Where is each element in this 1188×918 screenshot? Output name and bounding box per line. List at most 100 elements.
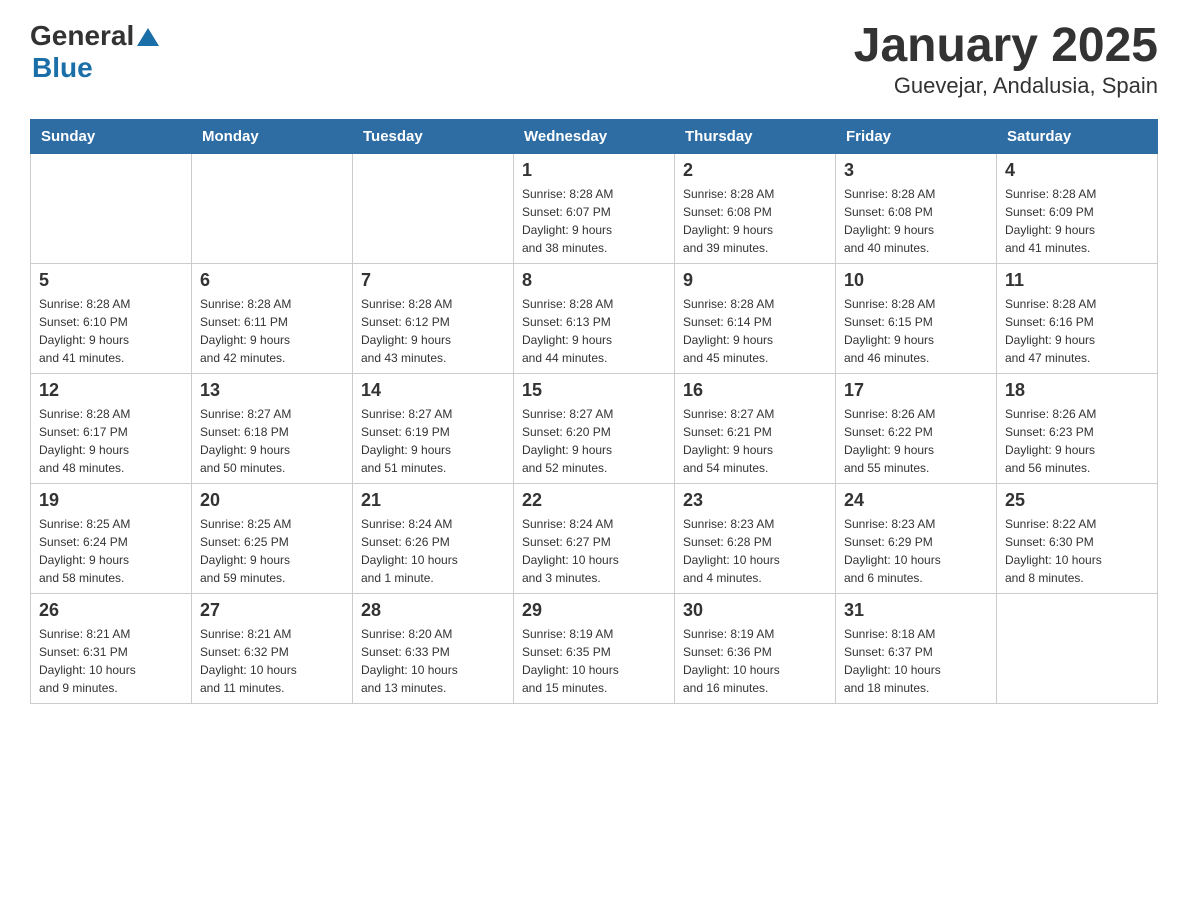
day-number: 27: [200, 600, 344, 621]
day-info: Sunrise: 8:21 AM Sunset: 6:31 PM Dayligh…: [39, 625, 183, 697]
calendar-cell: 18 Sunrise: 8:26 AM Sunset: 6:23 PM Dayli…: [997, 373, 1158, 483]
calendar-cell: 3 Sunrise: 8:28 AM Sunset: 6:08 PM Daylig…: [836, 153, 997, 263]
day-info: Sunrise: 8:19 AM Sunset: 6:35 PM Dayligh…: [522, 625, 666, 697]
day-number: 20: [200, 490, 344, 511]
calendar-header: SundayMondayTuesdayWednesdayThursdayFrid…: [31, 119, 1158, 153]
day-info: Sunrise: 8:28 AM Sunset: 6:09 PM Dayligh…: [1005, 185, 1149, 257]
calendar-cell: 30Sunrise: 8:19 AM Sunset: 6:36 PM Dayli…: [675, 593, 836, 703]
day-info: Sunrise: 8:22 AM Sunset: 6:30 PM Dayligh…: [1005, 515, 1149, 587]
title-section: January 2025 Guevejar, Andalusia, Spain: [854, 20, 1158, 99]
calendar-cell: 9Sunrise: 8:28 AM Sunset: 6:14 PM Daylig…: [675, 263, 836, 373]
day-info: Sunrise: 8:25 AM Sunset: 6:24 PM Dayligh…: [39, 515, 183, 587]
day-number: 24: [844, 490, 988, 511]
day-number: 4: [1005, 160, 1149, 181]
calendar-cell: 31 Sunrise: 8:18 AM Sunset: 6:37 PM Dayli…: [836, 593, 997, 703]
logo-blue-text: Blue: [32, 52, 93, 84]
day-number: 31: [844, 600, 988, 621]
calendar-cell: 22 Sunrise: 8:24 AM Sunset: 6:27 PM Dayli…: [514, 483, 675, 593]
calendar-cell: 10 Sunrise: 8:28 AM Sunset: 6:15 PM Dayli…: [836, 263, 997, 373]
day-number: 6: [200, 270, 344, 291]
calendar-cell: 5Sunrise: 8:28 AM Sunset: 6:10 PM Daylig…: [31, 263, 192, 373]
calendar-cell: 26 Sunrise: 8:21 AM Sunset: 6:31 PM Dayli…: [31, 593, 192, 703]
day-info: Sunrise: 8:27 AM Sunset: 6:20 PM Dayligh…: [522, 405, 666, 477]
calendar-cell: 25 Sunrise: 8:22 AM Sunset: 6:30 PM Dayli…: [997, 483, 1158, 593]
calendar-cell: 8Sunrise: 8:28 AM Sunset: 6:13 PM Daylig…: [514, 263, 675, 373]
day-info: Sunrise: 8:28 AM Sunset: 6:13 PM Dayligh…: [522, 295, 666, 367]
day-info: Sunrise: 8:18 AM Sunset: 6:37 PM Dayligh…: [844, 625, 988, 697]
day-number: 7: [361, 270, 505, 291]
day-number: 17: [844, 380, 988, 401]
day-info: Sunrise: 8:28 AM Sunset: 6:08 PM Dayligh…: [844, 185, 988, 257]
day-info: Sunrise: 8:28 AM Sunset: 6:11 PM Dayligh…: [200, 295, 344, 367]
day-info: Sunrise: 8:28 AM Sunset: 6:14 PM Dayligh…: [683, 295, 827, 367]
day-info: Sunrise: 8:27 AM Sunset: 6:18 PM Dayligh…: [200, 405, 344, 477]
day-number: 10: [844, 270, 988, 291]
calendar-cell: 13 Sunrise: 8:27 AM Sunset: 6:18 PM Dayli…: [192, 373, 353, 483]
calendar-week-4: 19Sunrise: 8:25 AM Sunset: 6:24 PM Dayli…: [31, 483, 1158, 593]
day-number: 16: [683, 380, 827, 401]
day-info: Sunrise: 8:28 AM Sunset: 6:12 PM Dayligh…: [361, 295, 505, 367]
day-number: 2: [683, 160, 827, 181]
day-info: Sunrise: 8:26 AM Sunset: 6:22 PM Dayligh…: [844, 405, 988, 477]
calendar-cell: 21 Sunrise: 8:24 AM Sunset: 6:26 PM Dayli…: [353, 483, 514, 593]
calendar-cell: [997, 593, 1158, 703]
calendar-cell: [192, 153, 353, 263]
page-header: General Blue January 2025 Guevejar, Anda…: [30, 20, 1158, 99]
day-info: Sunrise: 8:26 AM Sunset: 6:23 PM Dayligh…: [1005, 405, 1149, 477]
day-header-tuesday: Tuesday: [353, 119, 514, 153]
day-info: Sunrise: 8:21 AM Sunset: 6:32 PM Dayligh…: [200, 625, 344, 697]
day-info: Sunrise: 8:23 AM Sunset: 6:28 PM Dayligh…: [683, 515, 827, 587]
day-info: Sunrise: 8:28 AM Sunset: 6:15 PM Dayligh…: [844, 295, 988, 367]
day-number: 21: [361, 490, 505, 511]
calendar-cell: 11Sunrise: 8:28 AM Sunset: 6:16 PM Dayli…: [997, 263, 1158, 373]
calendar-cell: 4 Sunrise: 8:28 AM Sunset: 6:09 PM Daylig…: [997, 153, 1158, 263]
day-number: 13: [200, 380, 344, 401]
calendar-cell: 23 Sunrise: 8:23 AM Sunset: 6:28 PM Dayli…: [675, 483, 836, 593]
calendar-cell: 12Sunrise: 8:28 AM Sunset: 6:17 PM Dayli…: [31, 373, 192, 483]
calendar-cell: 1Sunrise: 8:28 AM Sunset: 6:07 PM Daylig…: [514, 153, 675, 263]
day-header-friday: Friday: [836, 119, 997, 153]
calendar-cell: 14 Sunrise: 8:27 AM Sunset: 6:19 PM Dayli…: [353, 373, 514, 483]
day-header-monday: Monday: [192, 119, 353, 153]
calendar-cell: 6 Sunrise: 8:28 AM Sunset: 6:11 PM Daylig…: [192, 263, 353, 373]
day-info: Sunrise: 8:27 AM Sunset: 6:21 PM Dayligh…: [683, 405, 827, 477]
day-info: Sunrise: 8:28 AM Sunset: 6:08 PM Dayligh…: [683, 185, 827, 257]
day-number: 30: [683, 600, 827, 621]
calendar-week-5: 26 Sunrise: 8:21 AM Sunset: 6:31 PM Dayli…: [31, 593, 1158, 703]
day-number: 26: [39, 600, 183, 621]
day-info: Sunrise: 8:23 AM Sunset: 6:29 PM Dayligh…: [844, 515, 988, 587]
calendar-cell: 16 Sunrise: 8:27 AM Sunset: 6:21 PM Dayli…: [675, 373, 836, 483]
header-row: SundayMondayTuesdayWednesdayThursdayFrid…: [31, 119, 1158, 153]
calendar-table: SundayMondayTuesdayWednesdayThursdayFrid…: [30, 119, 1158, 704]
calendar-week-3: 12Sunrise: 8:28 AM Sunset: 6:17 PM Dayli…: [31, 373, 1158, 483]
calendar-cell: 7 Sunrise: 8:28 AM Sunset: 6:12 PM Daylig…: [353, 263, 514, 373]
day-number: 15: [522, 380, 666, 401]
day-number: 5: [39, 270, 183, 291]
calendar-cell: [31, 153, 192, 263]
calendar-cell: 20 Sunrise: 8:25 AM Sunset: 6:25 PM Dayli…: [192, 483, 353, 593]
calendar-title: January 2025: [854, 20, 1158, 73]
day-info: Sunrise: 8:27 AM Sunset: 6:19 PM Dayligh…: [361, 405, 505, 477]
day-number: 25: [1005, 490, 1149, 511]
logo-triangle-icon: [137, 28, 159, 51]
day-number: 23: [683, 490, 827, 511]
day-number: 14: [361, 380, 505, 401]
day-number: 18: [1005, 380, 1149, 401]
day-info: Sunrise: 8:28 AM Sunset: 6:07 PM Dayligh…: [522, 185, 666, 257]
day-header-wednesday: Wednesday: [514, 119, 675, 153]
day-info: Sunrise: 8:24 AM Sunset: 6:27 PM Dayligh…: [522, 515, 666, 587]
day-info: Sunrise: 8:25 AM Sunset: 6:25 PM Dayligh…: [200, 515, 344, 587]
day-info: Sunrise: 8:24 AM Sunset: 6:26 PM Dayligh…: [361, 515, 505, 587]
day-info: Sunrise: 8:28 AM Sunset: 6:16 PM Dayligh…: [1005, 295, 1149, 367]
calendar-cell: 19Sunrise: 8:25 AM Sunset: 6:24 PM Dayli…: [31, 483, 192, 593]
calendar-cell: [353, 153, 514, 263]
calendar-cell: 17 Sunrise: 8:26 AM Sunset: 6:22 PM Dayli…: [836, 373, 997, 483]
calendar-cell: 27 Sunrise: 8:21 AM Sunset: 6:32 PM Dayli…: [192, 593, 353, 703]
day-number: 22: [522, 490, 666, 511]
calendar-cell: 2 Sunrise: 8:28 AM Sunset: 6:08 PM Daylig…: [675, 153, 836, 263]
day-header-saturday: Saturday: [997, 119, 1158, 153]
logo: General Blue: [30, 20, 159, 84]
calendar-cell: 24 Sunrise: 8:23 AM Sunset: 6:29 PM Dayli…: [836, 483, 997, 593]
day-number: 28: [361, 600, 505, 621]
day-number: 3: [844, 160, 988, 181]
